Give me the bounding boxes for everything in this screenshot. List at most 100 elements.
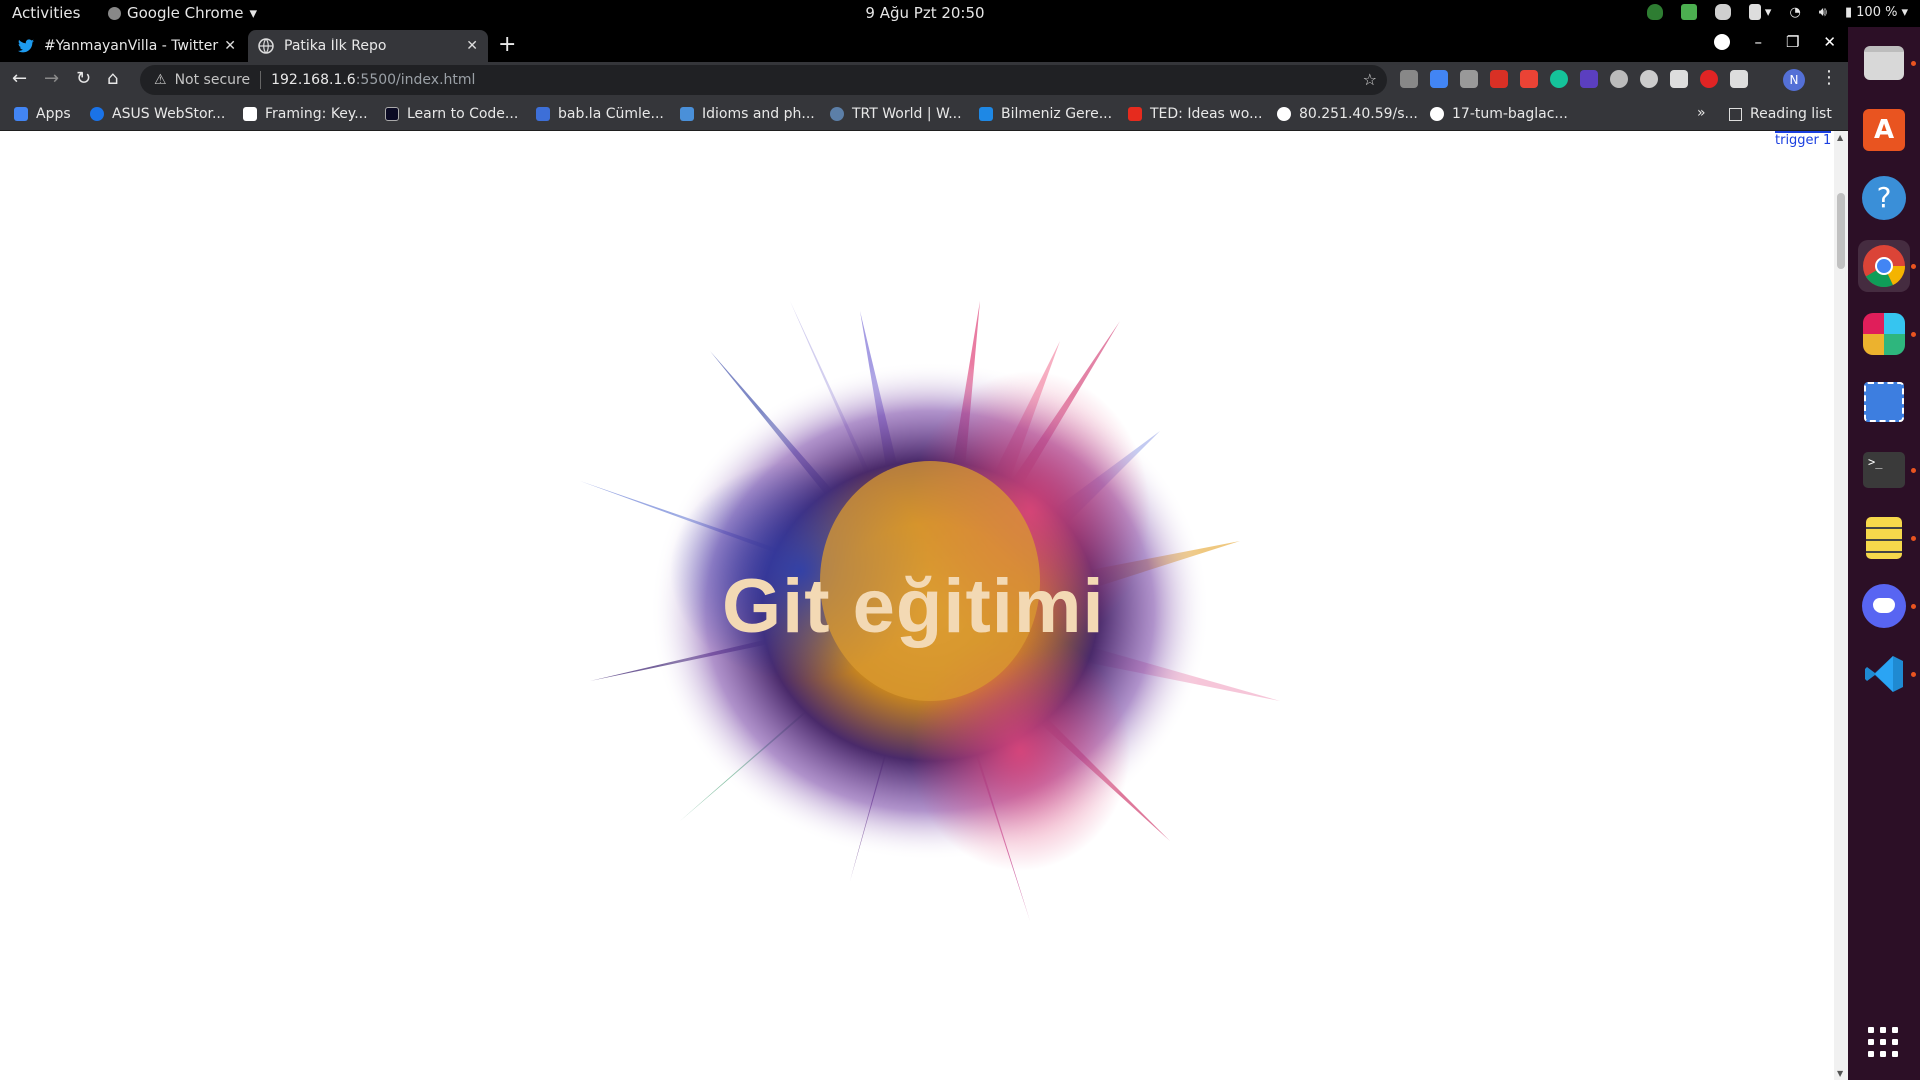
minimize-icon[interactable]: – xyxy=(1754,33,1762,51)
dock-help[interactable]: ? xyxy=(1858,172,1910,224)
page-scrollbar[interactable]: ▲ ▼ xyxy=(1834,131,1848,1080)
new-tab-button[interactable]: + xyxy=(498,32,516,57)
running-indicator xyxy=(1911,672,1916,677)
vscode-icon xyxy=(1865,656,1903,692)
slack-icon xyxy=(1863,313,1905,355)
bookmark-label: 17-tum-baglac... xyxy=(1452,106,1568,122)
extension-tray-icon[interactable] xyxy=(1680,4,1697,20)
dock-slack[interactable] xyxy=(1858,308,1910,360)
bookmark-apps[interactable]: Apps xyxy=(14,106,71,122)
running-indicator xyxy=(1911,536,1916,541)
battery-icon: ▮ 100 % ▾ xyxy=(1845,4,1908,20)
clock[interactable]: 9 Ağu Pzt 20:50 xyxy=(0,4,1850,22)
tab-patika[interactable]: Patika İlk Repo ✕ xyxy=(248,30,488,62)
extension-icon[interactable] xyxy=(1460,70,1478,88)
reading-list-icon xyxy=(1729,107,1742,121)
system-tray[interactable]: ▾ ◔ 🔊︎ ▮ 100 % ▾ xyxy=(1646,4,1908,20)
bookmarks-bar: Apps ASUS WebStor... Framing: Key... Lea… xyxy=(0,99,1848,131)
discord-tray-icon[interactable] xyxy=(1714,4,1731,20)
bookmark-label: 80.251.40.59/s... xyxy=(1299,106,1418,122)
bookmark-item[interactable]: TRT World | W... xyxy=(830,106,962,122)
tab-search-icon[interactable] xyxy=(1714,34,1731,50)
ubuntu-dock: A ? >_ xyxy=(1848,27,1920,1080)
scroll-thumb[interactable] xyxy=(1837,193,1845,269)
close-icon[interactable]: ✕ xyxy=(466,38,478,54)
bookmark-item[interactable]: 80.251.40.59/s... xyxy=(1277,106,1418,122)
reading-list-label: Reading list xyxy=(1750,106,1832,122)
terminal-icon: >_ xyxy=(1863,452,1905,488)
chrome-icon xyxy=(1863,245,1905,288)
dock-software[interactable]: A xyxy=(1858,104,1910,156)
dock-files[interactable] xyxy=(1858,37,1910,89)
extension-icon[interactable] xyxy=(1490,70,1508,88)
google-translate-icon[interactable] xyxy=(1430,70,1448,88)
bookmark-item[interactable]: Learn to Code... xyxy=(385,106,518,122)
puzzle-icon[interactable] xyxy=(1730,70,1748,88)
dock-screenshot[interactable] xyxy=(1858,376,1910,428)
more-menu-icon[interactable]: ⋮ xyxy=(1820,67,1838,88)
screenshot-icon xyxy=(1864,382,1904,422)
wifi-icon: ◔ xyxy=(1789,4,1801,20)
security-label[interactable]: Not secure xyxy=(175,72,251,88)
forward-arrow-icon[interactable]: → xyxy=(44,68,59,89)
bookmark-item[interactable]: Framing: Key... xyxy=(243,106,368,122)
bookmark-item[interactable]: bab.la Cümle... xyxy=(536,106,664,122)
scroll-up-arrow-icon[interactable]: ▲ xyxy=(1837,133,1843,142)
grammarly-icon[interactable] xyxy=(1550,70,1568,88)
extension-icon[interactable] xyxy=(1670,70,1688,88)
notes-icon xyxy=(1866,517,1902,559)
close-window-icon[interactable]: ✕ xyxy=(1823,33,1836,51)
tab-title: #YanmayanVilla - Twitter xyxy=(44,38,219,54)
url-path[interactable]: :5500/index.html xyxy=(356,72,476,88)
idioms-icon xyxy=(680,107,694,121)
gear-icon[interactable] xyxy=(1610,70,1628,88)
react-icon[interactable] xyxy=(1640,70,1658,88)
dock-vscode[interactable] xyxy=(1858,648,1910,700)
dock-notes[interactable] xyxy=(1858,512,1910,564)
bookmark-label: Apps xyxy=(36,106,71,122)
bookmark-item[interactable]: TED: Ideas wo... xyxy=(1128,106,1262,122)
dock-chrome[interactable] xyxy=(1858,240,1910,292)
bookmark-item[interactable]: 17-tum-baglac... xyxy=(1430,106,1568,122)
dock-terminal[interactable]: >_ xyxy=(1858,444,1910,496)
bookmark-star-icon[interactable]: ☆ xyxy=(1363,70,1377,89)
running-indicator xyxy=(1911,468,1916,473)
extensions-row xyxy=(1400,70,1748,88)
close-icon[interactable]: ✕ xyxy=(224,38,236,54)
more-bookmarks-chevron-icon[interactable]: » xyxy=(1697,105,1706,121)
trigger-link[interactable]: trigger 1 xyxy=(1775,131,1832,148)
address-bar[interactable]: ⚠ Not secure 192.168.1.6:5500/index.html… xyxy=(140,65,1387,95)
twitter-icon xyxy=(18,38,34,54)
adblock-icon[interactable] xyxy=(1700,70,1718,88)
extension-icon[interactable] xyxy=(1400,70,1418,88)
warning-triangle-icon[interactable]: ⚠ xyxy=(154,72,167,88)
extension-icon[interactable] xyxy=(1520,70,1538,88)
globe-icon xyxy=(1277,107,1291,121)
bookmark-item[interactable]: Idioms and ph... xyxy=(680,106,815,122)
restore-icon[interactable]: ❐ xyxy=(1786,33,1799,51)
tab-twitter[interactable]: #YanmayanVilla - Twitter ✕ xyxy=(8,30,246,62)
battery-percent: 100 % xyxy=(1856,4,1898,20)
shield-icon[interactable] xyxy=(1646,4,1663,20)
files-icon xyxy=(1864,46,1904,80)
tab-strip: #YanmayanVilla - Twitter ✕ Patika İlk Re… xyxy=(0,27,1848,62)
home-icon[interactable]: ⌂ xyxy=(107,68,118,89)
bilmeniz-icon xyxy=(979,107,993,121)
reload-icon[interactable]: ↻ xyxy=(76,68,91,89)
profile-avatar[interactable]: N xyxy=(1783,69,1805,91)
trt-icon xyxy=(830,107,844,121)
clipboard-icon[interactable]: ▾ xyxy=(1748,4,1771,20)
reading-list-button[interactable]: Reading list xyxy=(1729,106,1832,122)
bookmark-item[interactable]: ASUS WebStor... xyxy=(90,106,225,122)
framing-icon xyxy=(243,107,257,121)
show-applications-grid-icon[interactable] xyxy=(1868,1027,1898,1057)
page-viewport: trigger 1 Git eğitimi ▲ ▼ xyxy=(0,131,1848,1080)
extension-icon[interactable] xyxy=(1580,70,1598,88)
scroll-down-arrow-icon[interactable]: ▼ xyxy=(1837,1069,1843,1078)
dock-discord[interactable] xyxy=(1858,580,1910,632)
running-indicator xyxy=(1911,604,1916,609)
back-arrow-icon[interactable]: ← xyxy=(12,68,27,89)
bookmark-label: ASUS WebStor... xyxy=(112,106,226,122)
bookmark-item[interactable]: Bilmeniz Gere... xyxy=(979,106,1112,122)
url-host[interactable]: 192.168.1.6 xyxy=(271,72,356,88)
